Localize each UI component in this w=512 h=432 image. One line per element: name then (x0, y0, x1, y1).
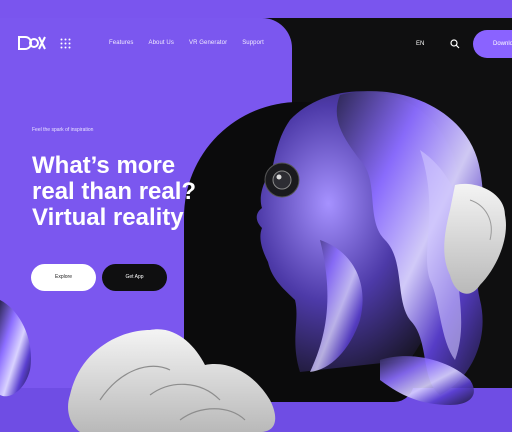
headline-line-1: What’s more (32, 152, 176, 179)
headline-line-2: real than real? (32, 178, 197, 205)
brand-logo[interactable] (18, 36, 46, 50)
nav-features[interactable]: Features (109, 40, 133, 46)
download-button[interactable]: Downlo (473, 30, 512, 58)
explore-button[interactable]: Explore (31, 264, 96, 291)
get-app-button[interactable]: Get App (102, 264, 167, 291)
headline-line-3: Virtual reality (32, 204, 184, 231)
nav-about-us[interactable]: About Us (148, 40, 173, 46)
hero-headline: What’s more real than real? Virtual real… (32, 153, 292, 231)
search-icon[interactable] (450, 39, 460, 49)
apps-grid-icon[interactable] (60, 38, 71, 49)
hero-tagline: Feel the spark of inspiration (32, 127, 94, 133)
nav-vr-generator[interactable]: VR Generator (189, 40, 227, 46)
language-selector[interactable]: EN (416, 41, 424, 47)
main-nav: Features About Us VR Generator Support (109, 40, 264, 46)
nav-support[interactable]: Support (242, 40, 264, 46)
